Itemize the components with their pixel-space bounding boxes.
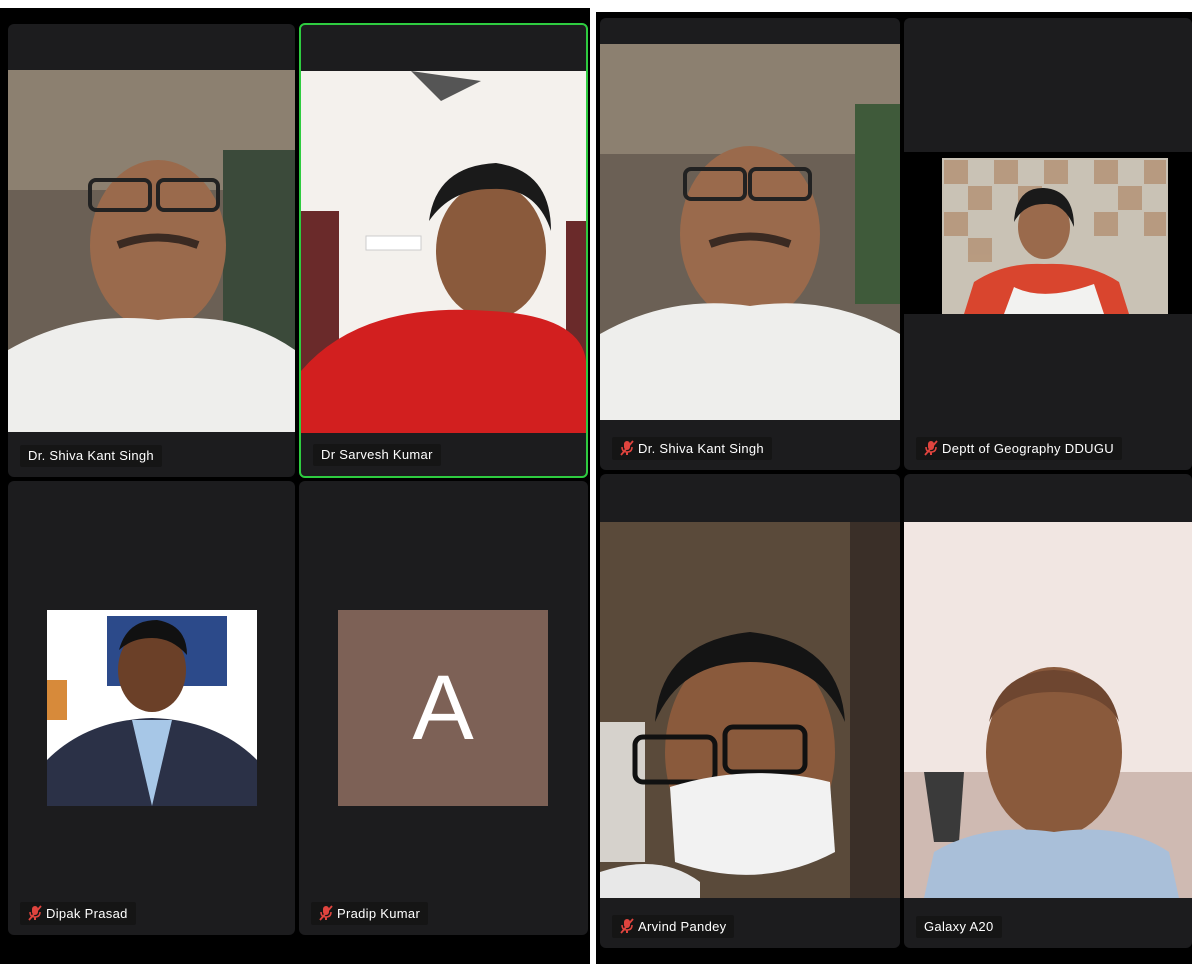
participant-name-tag: Pradip Kumar [311, 902, 429, 925]
participant-name: Dr. Shiva Kant Singh [638, 440, 764, 456]
participant-name-tag: Dipak Prasad [20, 902, 136, 925]
participant-name-tag: Galaxy A20 [916, 916, 1002, 938]
avatar-letter: A [412, 656, 474, 759]
video-tile-shiva-kant-singh[interactable]: Dr. Shiva Kant Singh [8, 24, 295, 477]
mic-muted-icon [319, 905, 333, 921]
participant-video [8, 70, 295, 432]
participant-video [904, 152, 1192, 314]
participant-name: Deptt of Geography DDUGU [942, 440, 1114, 456]
participant-name-tag: Dr. Shiva Kant Singh [612, 437, 772, 460]
video-tile-dipak-prasad[interactable]: Dipak Prasad [8, 481, 295, 935]
participant-name: Galaxy A20 [924, 919, 994, 934]
video-tile-deptt-of-geography[interactable]: Deptt of Geography DDUGU [904, 18, 1192, 470]
video-tile-shiva-kant-singh[interactable]: Dr. Shiva Kant Singh [600, 18, 900, 470]
participant-video [301, 71, 586, 433]
video-tile-arvind-pandey[interactable]: Arvind Pandey [600, 474, 900, 948]
participant-name: Pradip Kumar [337, 905, 421, 921]
participant-video [600, 522, 900, 898]
right-meeting-screen: Dr. Shiva Kant Singh Deptt of Geography … [596, 12, 1192, 964]
mic-muted-icon [28, 905, 42, 921]
participant-name-tag: Arvind Pandey [612, 915, 735, 938]
participant-name: Dr Sarvesh Kumar [321, 447, 433, 462]
participant-name-tag: Deptt of Geography DDUGU [916, 437, 1122, 460]
participant-name: Dr. Shiva Kant Singh [28, 448, 154, 463]
participant-name-tag: Dr Sarvesh Kumar [313, 444, 441, 466]
participant-name: Arvind Pandey [638, 918, 727, 934]
left-meeting-screen: Dr. Shiva Kant Singh Dr Sarvesh Kumar Di… [0, 8, 590, 964]
mic-muted-icon [924, 440, 938, 456]
mic-muted-icon [620, 918, 634, 934]
mic-muted-icon [620, 440, 634, 456]
participant-profile-photo [47, 610, 257, 806]
avatar: A [338, 610, 548, 806]
participant-video [904, 522, 1192, 898]
video-tile-galaxy-a20[interactable]: Galaxy A20 [904, 474, 1192, 948]
video-tile-pradip-kumar[interactable]: A Pradip Kumar [299, 481, 588, 935]
participant-name: Dipak Prasad [46, 905, 128, 921]
participant-video [600, 44, 900, 420]
participant-name-tag: Dr. Shiva Kant Singh [20, 445, 162, 467]
video-tile-sarvesh-kumar[interactable]: Dr Sarvesh Kumar [299, 23, 588, 478]
